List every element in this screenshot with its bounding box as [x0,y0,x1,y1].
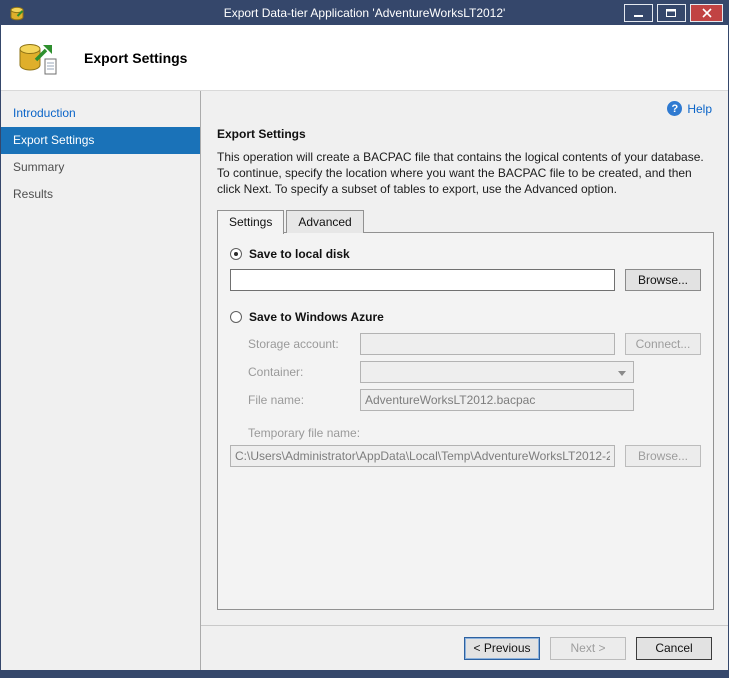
temp-file-input [230,444,615,467]
local-disk-row: Browse... [230,268,701,291]
local-disk-path-input[interactable] [230,268,615,291]
tab-settings[interactable]: Settings [217,209,285,234]
save-azure-radio[interactable]: Save to Windows Azure [230,310,701,324]
temp-file-label: Temporary file name: [248,425,361,440]
radio-unchecked-icon [230,310,242,323]
tab-strip: Settings Advanced [217,209,714,234]
maximize-icon [666,9,676,17]
file-name-label: File name: [248,392,305,407]
content-area: ? Help Export Settings This operation wi… [201,91,728,625]
container-label: Container: [248,364,304,379]
export-wizard-window: Export Data-tier Application 'AdventureW… [0,0,729,678]
sidebar-item-results[interactable]: Results [1,181,200,208]
app-icon [10,6,24,21]
temp-file-row: Browse... [230,444,701,467]
radio-checked-icon [230,247,242,260]
wizard-body: Introduction Export Settings Summary Res… [1,91,728,670]
close-icon [701,8,712,18]
section-title: Export Settings [217,127,306,141]
tab-advanced[interactable]: Advanced [286,209,364,233]
content-column: ? Help Export Settings This operation wi… [201,91,728,670]
next-button: Next > [550,636,626,660]
container-select [360,360,634,383]
wizard-header: Export Settings [1,25,728,91]
settings-tab-panel: Save to local disk Browse... Save to Win… [217,231,714,610]
container-row: Container: [248,360,701,383]
sidebar-item-summary[interactable]: Summary [1,154,200,181]
minimize-button[interactable] [624,4,653,22]
help-icon: ? [667,101,683,116]
storage-account-row: Storage account: Connect... [248,332,701,355]
previous-button[interactable]: < Previous [464,636,540,660]
save-local-disk-radio[interactable]: Save to local disk [230,247,701,261]
file-name-input [360,388,634,411]
export-database-icon [19,43,57,74]
storage-account-label: Storage account: [248,336,339,351]
sidebar-item-export-settings[interactable]: Export Settings [1,127,200,154]
chevron-down-icon [618,370,626,376]
help-link[interactable]: ? Help [667,101,712,116]
minimize-icon [634,14,643,17]
close-button[interactable] [690,4,723,22]
help-label: Help [687,101,712,116]
save-azure-label: Save to Windows Azure [249,309,384,324]
browse-local-button[interactable]: Browse... [625,268,701,291]
file-name-row: File name: [248,388,701,411]
footer: < Previous Next > Cancel [201,625,728,670]
sidebar-item-introduction[interactable]: Introduction [1,100,200,127]
storage-account-input [360,332,615,355]
window-title: Export Data-tier Application 'AdventureW… [223,6,506,20]
cancel-button[interactable]: Cancel [636,636,712,660]
description-text: This operation will create a BACPAC file… [217,150,704,197]
window-controls [624,4,723,22]
save-local-disk-label: Save to local disk [249,246,350,261]
titlebar[interactable]: Export Data-tier Application 'AdventureW… [1,1,728,25]
connect-button: Connect... [625,332,701,355]
sidebar: Introduction Export Settings Summary Res… [1,91,201,670]
maximize-button[interactable] [657,4,686,22]
browse-temp-button: Browse... [625,444,701,467]
window-bottom-border [1,670,728,677]
header-title: Export Settings [84,49,188,66]
